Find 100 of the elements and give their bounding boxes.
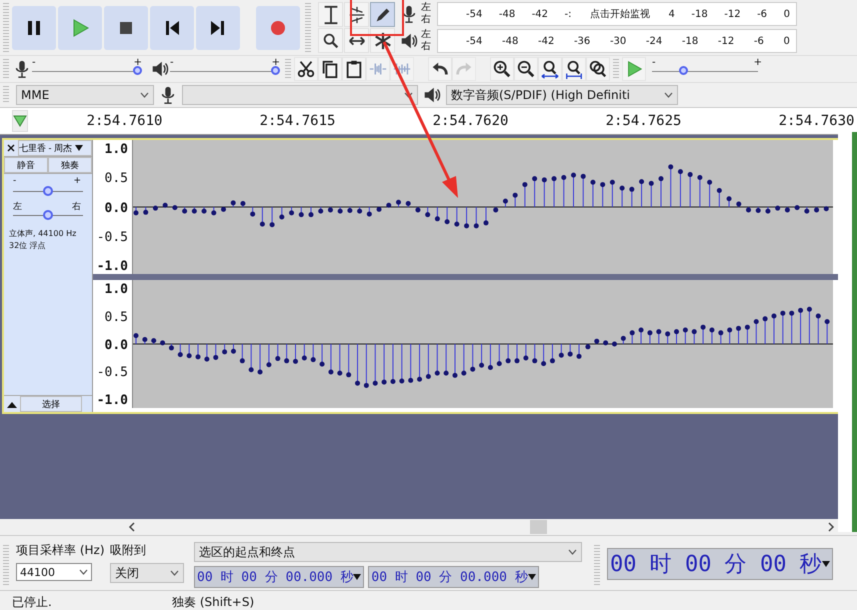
record-button[interactable] bbox=[256, 6, 300, 50]
scroll-right-icon[interactable] bbox=[827, 522, 835, 532]
select-button[interactable]: 选择 bbox=[20, 396, 82, 412]
copy-button[interactable] bbox=[318, 57, 342, 81]
zoom-in-button[interactable] bbox=[490, 57, 514, 81]
fit-selection-icon bbox=[540, 59, 560, 79]
speaker-icon bbox=[399, 31, 419, 51]
meter-tick-label: -48 bbox=[498, 8, 516, 20]
minimum-label: - bbox=[170, 57, 174, 68]
meter-tick-label: -6 bbox=[757, 8, 768, 20]
pinned-play-head-button[interactable] bbox=[12, 110, 28, 132]
mute-button[interactable]: 静音 bbox=[4, 157, 48, 173]
zoom-toggle-button[interactable] bbox=[586, 57, 610, 81]
amplitude-label: 0.0 bbox=[104, 338, 128, 352]
minimum-label: 左 bbox=[13, 200, 22, 213]
meter-tick-label: -54 bbox=[466, 8, 482, 20]
timeline-label: 2:54.7620 bbox=[432, 113, 510, 129]
undo-button[interactable] bbox=[428, 57, 452, 81]
pause-button[interactable] bbox=[12, 6, 56, 50]
slider-thumb[interactable] bbox=[271, 66, 280, 75]
zoom-out-button[interactable] bbox=[514, 57, 538, 81]
track-name-menu[interactable]: 七里香 - 周杰 bbox=[18, 140, 92, 156]
zoom-toggle-icon bbox=[588, 59, 608, 79]
caret-icon bbox=[79, 569, 88, 575]
time-shift-tool[interactable] bbox=[344, 28, 369, 53]
snap-dropdown[interactable]: 关闭 bbox=[110, 563, 184, 583]
amplitude-label: -0.5 bbox=[96, 365, 128, 380]
caret-icon bbox=[170, 570, 179, 576]
recording-meter[interactable]: -54 -48 -42 -: 点击开始监视 4 -18 -12 -6 0 bbox=[437, 2, 797, 26]
timeline-label: 2:54.7615 bbox=[258, 113, 336, 129]
meter-tick-label: -12 bbox=[724, 8, 741, 20]
close-icon[interactable] bbox=[4, 140, 18, 156]
timeline-label: 2:54.7610 bbox=[86, 113, 164, 129]
playback-device-dropdown[interactable]: 数字音频(S/PDIF) (High Definiti bbox=[446, 85, 678, 105]
monitor-prompt[interactable]: 点击开始监视 bbox=[588, 7, 652, 21]
scrollbar-thumb[interactable] bbox=[530, 520, 547, 534]
maximum-label: 右 bbox=[72, 200, 81, 213]
scroll-left-icon[interactable] bbox=[128, 522, 136, 532]
meter-tick-label: -24 bbox=[646, 36, 662, 46]
slider-thumb[interactable] bbox=[133, 66, 142, 75]
meter-tick-label: -30 bbox=[610, 36, 626, 46]
slider-thumb[interactable] bbox=[43, 210, 53, 220]
collapse-icon[interactable] bbox=[4, 396, 20, 412]
meter-tick-label: -: bbox=[564, 8, 572, 20]
play-at-speed-button[interactable] bbox=[622, 57, 646, 81]
draw-tool[interactable] bbox=[370, 2, 395, 27]
caret-icon bbox=[74, 144, 83, 150]
playback-meter[interactable]: -54 -48 -42 -36 -30 -24 -18 -12 -6 0 bbox=[437, 29, 797, 53]
zoom-in-icon bbox=[492, 59, 512, 79]
selection-end-time[interactable]: 00 时 00 分 00.000 秒 bbox=[368, 566, 539, 588]
caret-icon bbox=[140, 92, 149, 98]
slider-thumb[interactable] bbox=[43, 186, 53, 196]
meter-tick-label: -18 bbox=[691, 8, 708, 20]
maximum-label: + bbox=[754, 57, 762, 68]
copy-icon bbox=[320, 59, 340, 79]
channel-label: 左 bbox=[421, 2, 432, 14]
envelope-tool[interactable] bbox=[344, 2, 369, 27]
maximum-label: + bbox=[134, 57, 142, 68]
paste-icon bbox=[344, 59, 364, 79]
meter-tick-label: -6 bbox=[754, 36, 764, 46]
status-text: 独奏 (Shift+S) bbox=[172, 594, 254, 610]
multi-icon bbox=[372, 30, 392, 50]
skip-to-start-button[interactable] bbox=[150, 6, 194, 50]
caret-icon bbox=[404, 92, 413, 98]
fit-selection-button[interactable] bbox=[538, 57, 562, 81]
meter-tick-label: -18 bbox=[682, 36, 698, 46]
snap-label: 吸附到 bbox=[110, 542, 147, 559]
amplitude-label: 1.0 bbox=[104, 142, 128, 157]
selection-start-time[interactable]: 00 时 00 分 00.000 秒 bbox=[194, 566, 364, 588]
sample-rate-dropdown[interactable]: 44100 bbox=[16, 563, 92, 581]
zoom-out-icon bbox=[516, 59, 536, 79]
amplitude-label: 0.0 bbox=[104, 200, 128, 216]
audio-host-dropdown[interactable]: MME bbox=[16, 85, 154, 105]
speaker-icon bbox=[150, 59, 170, 79]
fit-project-icon bbox=[564, 59, 584, 79]
channel-label: 右 bbox=[421, 14, 432, 26]
stop-button[interactable] bbox=[104, 6, 148, 50]
zoom-tool[interactable] bbox=[318, 28, 343, 53]
amplitude-label: -1.0 bbox=[96, 393, 128, 408]
audio-position-time[interactable]: 00 时 00 分 00 秒 bbox=[607, 548, 833, 580]
selection-mode-dropdown[interactable]: 选区的起点和终点 bbox=[194, 542, 582, 562]
selection-tool[interactable] bbox=[318, 2, 343, 27]
timeline-label: 2:54.7625 bbox=[604, 113, 682, 129]
amplitude-label: 1.0 bbox=[104, 282, 128, 297]
amplitude-label: -0.5 bbox=[96, 230, 128, 245]
timeline-label: 2:54.7630 bbox=[778, 113, 856, 129]
skip-to-end-button[interactable] bbox=[196, 6, 240, 50]
meter-tick-label: -36 bbox=[574, 36, 590, 46]
envelope-icon bbox=[346, 4, 366, 24]
maximum-label: + bbox=[272, 57, 280, 68]
meter-tick-label: -48 bbox=[502, 36, 518, 46]
fit-project-button[interactable] bbox=[562, 57, 586, 81]
cut-button[interactable] bbox=[294, 57, 318, 81]
annotation-box bbox=[350, 0, 404, 36]
slider-thumb[interactable] bbox=[678, 66, 688, 75]
paste-button[interactable] bbox=[342, 57, 366, 81]
solo-button[interactable]: 独奏 bbox=[48, 157, 92, 173]
zoom-icon bbox=[320, 30, 340, 50]
meter-tick-label: -12 bbox=[718, 36, 734, 46]
track-info: 立体声, 44100 Hz bbox=[9, 228, 78, 240]
